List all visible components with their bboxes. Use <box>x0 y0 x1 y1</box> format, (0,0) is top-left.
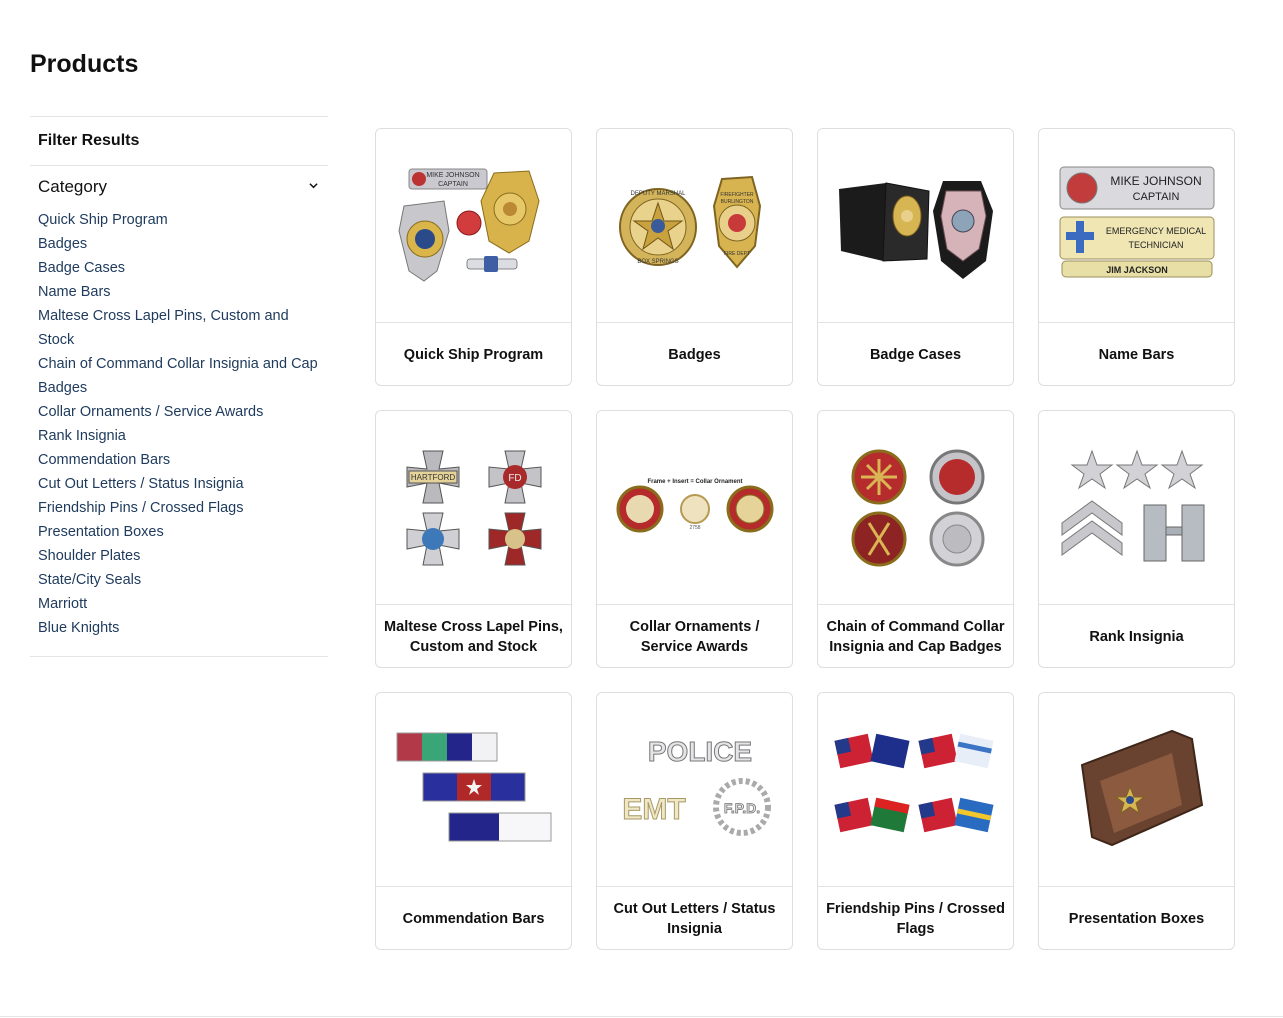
product-title: Presentation Boxes <box>1068 911 1205 927</box>
product-card-rank-insignia[interactable]: Rank Insignia <box>1038 410 1235 668</box>
product-image-collar-ornaments: Frame + Insert = Collar Ornament 2758 <box>597 411 792 605</box>
category-link-badge-cases[interactable]: Badge Cases <box>38 256 328 280</box>
product-card-presentation-boxes[interactable]: Presentation Boxes <box>1038 692 1235 950</box>
page-title: Products <box>30 50 139 78</box>
chevron-down-icon <box>309 183 318 189</box>
product-card-name-bars[interactable]: MIKE JOHNSON CAPTAIN EMERGENCY MEDICAL T… <box>1038 128 1235 386</box>
category-link-maltese-cross-lapel-pins[interactable]: Maltese Cross Lapel Pins, Custom and Sto… <box>38 304 328 352</box>
category-link-state-city-seals[interactable]: State/City Seals <box>38 568 328 592</box>
category-list: Quick Ship Program Badges Badge Cases Na… <box>30 208 328 656</box>
image-text: EMERGENCY MEDICAL <box>1105 226 1205 236</box>
category-link-commendation-bars[interactable]: Commendation Bars <box>38 448 328 472</box>
category-link-chain-of-command[interactable]: Chain of Command Collar Insignia and Cap… <box>38 352 328 400</box>
product-card-commendation-bars[interactable]: Commendation Bars <box>375 692 572 950</box>
category-link-shoulder-plates[interactable]: Shoulder Plates <box>38 544 328 568</box>
category-heading: Category <box>38 177 107 196</box>
product-title: Friendship Pins / Crossed Flags <box>826 901 1005 937</box>
image-text: TECHNICIAN <box>1128 240 1183 250</box>
image-text: POLICE <box>647 736 751 767</box>
category-link-rank-insignia[interactable]: Rank Insignia <box>38 424 328 448</box>
product-card-badges[interactable]: DEPUTY MARSHAL BOX SPRINGS FIREFIGHTER B… <box>596 128 793 386</box>
product-grid: MIKE JOHNSON CAPTAIN Quick Ship Program <box>375 128 1235 950</box>
image-text: CAPTAIN <box>438 181 468 188</box>
product-title: Badge Cases <box>869 347 962 363</box>
product-image-badge-cases <box>818 129 1013 323</box>
product-image-name-bars: MIKE JOHNSON CAPTAIN EMERGENCY MEDICAL T… <box>1039 129 1234 323</box>
product-card-collar-ornaments[interactable]: Frame + Insert = Collar Ornament 2758 Co… <box>596 410 793 668</box>
product-card-chain-of-command[interactable]: Chain of Command Collar Insignia and Cap… <box>817 410 1014 668</box>
product-card-friendship-pins[interactable]: Friendship Pins / Crossed Flags <box>817 692 1014 950</box>
footer-divider <box>0 1016 1283 1017</box>
image-text: Frame + Insert = Collar Ornament <box>647 479 742 485</box>
filter-results-heading: Filter Results <box>30 117 328 166</box>
product-title: Collar Ornaments / Service Awards <box>629 619 760 655</box>
image-text: F.P.D. <box>723 800 759 816</box>
category-link-quick-ship-program[interactable]: Quick Ship Program <box>38 208 328 232</box>
product-image-commendation-bars <box>376 693 571 887</box>
image-text: BOX SPRINGS <box>637 259 678 265</box>
image-text: FIRE DEPT <box>723 251 749 257</box>
image-text: FIREFIGHTER <box>720 192 754 198</box>
image-text: BURLINGTON <box>720 199 753 205</box>
image-text: CAPTAIN <box>1132 191 1179 203</box>
image-text: HARTFORD <box>410 473 455 482</box>
category-link-marriott[interactable]: Marriott <box>38 592 328 616</box>
category-link-cut-out-letters[interactable]: Cut Out Letters / Status Insignia <box>38 472 328 496</box>
product-title: Rank Insignia <box>1089 629 1184 645</box>
product-card-badge-cases[interactable]: Badge Cases <box>817 128 1014 386</box>
product-title: Commendation Bars <box>402 911 545 927</box>
product-title: Maltese Cross Lapel Pins, Custom and Sto… <box>384 619 563 655</box>
category-link-friendship-pins[interactable]: Friendship Pins / Crossed Flags <box>38 496 328 520</box>
product-card-quick-ship-program[interactable]: MIKE JOHNSON CAPTAIN Quick Ship Program <box>375 128 572 386</box>
product-title: Cut Out Letters / Status Insignia <box>613 901 776 937</box>
image-text: 2758 <box>689 525 700 531</box>
product-image-chain-of-command <box>818 411 1013 605</box>
product-title: Badges <box>668 347 721 363</box>
product-title: Quick Ship Program <box>403 347 544 363</box>
image-text: FD <box>508 473 521 484</box>
category-link-badges[interactable]: Badges <box>38 232 328 256</box>
product-card-maltese-cross-lapel-pins[interactable]: HARTFORD FD Maltese Cross Lapel Pins, Cu… <box>375 410 572 668</box>
product-card-cut-out-letters[interactable]: POLICE EMT F.P.D. Cut Out Letters / Stat… <box>596 692 793 950</box>
image-text: MIKE JOHNSON <box>1110 174 1201 188</box>
category-accordion-toggle[interactable]: Category <box>30 166 328 208</box>
category-link-collar-ornaments[interactable]: Collar Ornaments / Service Awards <box>38 400 328 424</box>
product-title: Name Bars <box>1098 347 1175 363</box>
image-text: EMT <box>622 793 685 826</box>
product-image-maltese-cross-lapel-pins: HARTFORD FD <box>376 411 571 605</box>
product-image-cut-out-letters: POLICE EMT F.P.D. <box>597 693 792 887</box>
product-image-presentation-boxes <box>1039 693 1234 887</box>
image-text: DEPUTY MARSHAL <box>630 191 686 197</box>
image-text: MIKE JOHNSON <box>426 172 479 179</box>
category-link-blue-knights[interactable]: Blue Knights <box>38 616 328 640</box>
product-image-rank-insignia <box>1039 411 1234 605</box>
filter-sidebar: Filter Results Category Quick Ship Progr… <box>30 116 328 657</box>
category-link-name-bars[interactable]: Name Bars <box>38 280 328 304</box>
product-image-badges: DEPUTY MARSHAL BOX SPRINGS FIREFIGHTER B… <box>597 129 792 323</box>
product-image-quick-ship-program: MIKE JOHNSON CAPTAIN <box>376 129 571 323</box>
category-link-presentation-boxes[interactable]: Presentation Boxes <box>38 520 328 544</box>
product-title: Chain of Command Collar Insignia and Cap… <box>826 619 1005 655</box>
product-image-friendship-pins <box>818 693 1013 887</box>
image-text: JIM JACKSON <box>1106 265 1168 275</box>
